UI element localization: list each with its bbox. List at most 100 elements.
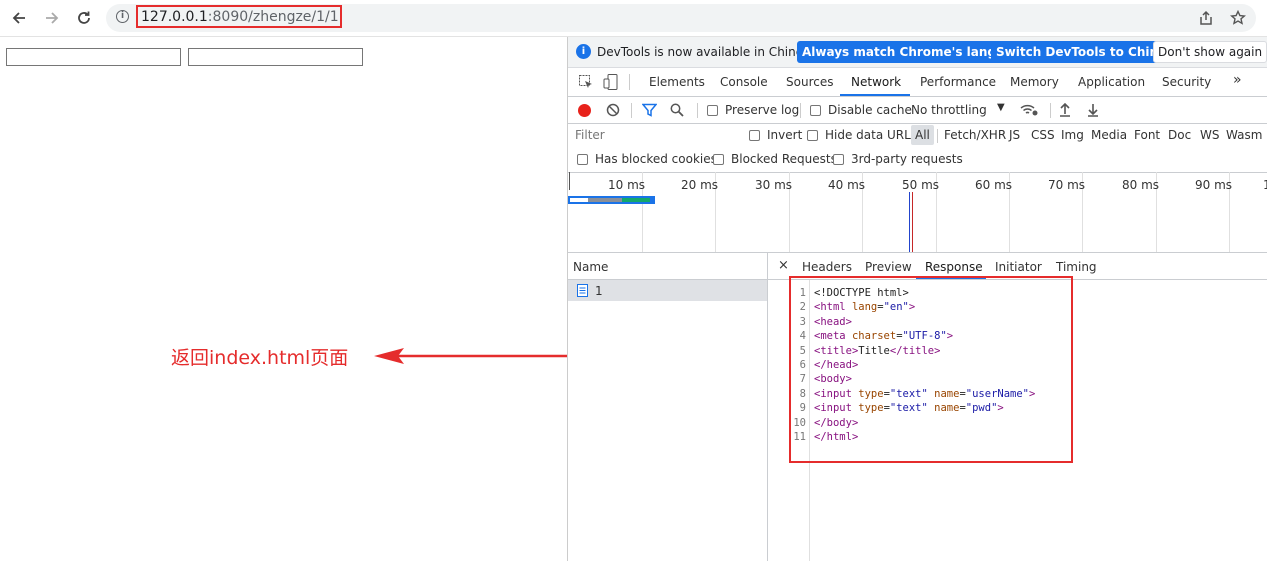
forward-button[interactable] (42, 8, 62, 28)
tab-security[interactable]: Security (1162, 75, 1211, 89)
timeline-tick-label: 90 ms (1195, 178, 1233, 192)
info-icon: i (576, 44, 591, 59)
name-column-header[interactable]: Name (568, 253, 767, 280)
tab-performance[interactable]: Performance (920, 75, 996, 89)
devtools-tabs: Elements Console Sources Network Perform… (568, 68, 1267, 97)
filter-type-js[interactable]: JS (1009, 128, 1020, 142)
annotation-text: 返回index.html页面 (171, 347, 349, 369)
filter-input[interactable]: Filter (572, 126, 736, 145)
filter-type-fetch-xhr[interactable]: Fetch/XHR (944, 128, 1006, 142)
arrow-right-icon (46, 12, 59, 24)
dont-show-again-button[interactable]: Don't show again (1153, 41, 1267, 63)
devtools-infobar: i DevTools is now available in Chinese! … (568, 37, 1267, 68)
star-icon (1230, 10, 1246, 25)
toolbar-divider (631, 103, 632, 118)
timeline-tick-label: 30 ms (755, 178, 793, 192)
filter-type-wasm[interactable]: Wasm (1226, 128, 1262, 142)
hide-data-urls-label: Hide data URLs (825, 128, 918, 142)
tab-memory[interactable]: Memory (1010, 75, 1059, 89)
detail-tab-timing[interactable]: Timing (1056, 260, 1097, 274)
back-button[interactable] (9, 8, 29, 28)
request-filter-row: Has blocked cookies Blocked Requests 3rd… (568, 148, 1267, 173)
export-har-icon[interactable] (1086, 102, 1100, 118)
share-button[interactable] (1196, 8, 1216, 28)
dom-content-loaded-marker (909, 192, 910, 252)
request-waterfall-bar (568, 196, 655, 204)
device-toolbar-icon[interactable] (603, 73, 619, 91)
load-event-marker (912, 192, 913, 252)
detail-tab-initiator[interactable]: Initiator (995, 260, 1042, 274)
password-input[interactable] (188, 48, 363, 66)
reload-button[interactable] (74, 8, 94, 28)
import-har-icon[interactable] (1058, 102, 1072, 118)
timeline-tick-label: 10 ms (608, 178, 646, 192)
invert-checkbox[interactable] (749, 130, 760, 141)
tab-console[interactable]: Console (720, 75, 768, 89)
hide-data-urls-checkbox[interactable] (807, 130, 818, 141)
invert-label: Invert (767, 128, 803, 142)
toolbar-divider (1050, 103, 1051, 118)
timeline-tick-label: 70 ms (1048, 178, 1086, 192)
filter-divider (937, 129, 938, 143)
network-toolbar: Preserve log Disable cache No throttling… (568, 97, 1267, 124)
timeline-tick-label: 40 ms (828, 178, 866, 192)
record-icon[interactable] (578, 104, 591, 117)
username-input[interactable] (6, 48, 181, 66)
response-highlight-box (789, 276, 1073, 463)
network-conditions-icon[interactable] (1019, 102, 1039, 118)
filter-type-font[interactable]: Font (1134, 128, 1160, 142)
blocked-cookies-label: Has blocked cookies (595, 152, 717, 166)
network-requests-area: Name 1 × Headers Preview Response Initia… (568, 253, 1267, 561)
waterfall-segment (622, 198, 650, 202)
throttling-select[interactable]: No throttling (911, 103, 987, 117)
close-detail-button[interactable]: × (778, 258, 789, 273)
filter-type-doc[interactable]: Doc (1168, 128, 1191, 142)
filter-bar: Filter Invert Hide data URLs All Fetch/X… (568, 124, 1267, 148)
tab-elements[interactable]: Elements (649, 75, 705, 89)
infobar-message: DevTools is now available in Chinese! (597, 45, 822, 59)
third-party-label: 3rd-party requests (851, 152, 963, 166)
blocked-requests-checkbox[interactable] (713, 154, 724, 165)
third-party-checkbox[interactable] (833, 154, 844, 165)
timeline-tick-label: 1 (1263, 178, 1267, 192)
blocked-cookies-checkbox[interactable] (577, 154, 588, 165)
clear-icon[interactable] (606, 103, 620, 117)
filter-type-img[interactable]: Img (1061, 128, 1084, 142)
waterfall-segment (588, 198, 622, 202)
filter-type-ws[interactable]: WS (1200, 128, 1219, 142)
tab-network[interactable]: Network (851, 75, 901, 89)
more-tabs-button[interactable]: » (1233, 72, 1242, 88)
inspect-element-icon[interactable] (578, 74, 594, 90)
timeline-tick-label: 50 ms (902, 178, 940, 192)
devtools-panel: i DevTools is now available in Chinese! … (567, 37, 1267, 561)
timeline-tick-label: 60 ms (975, 178, 1013, 192)
network-overview-timeline[interactable]: 10 ms 20 ms 30 ms 40 ms 50 ms 60 ms 70 m… (568, 172, 1267, 253)
preserve-log-label: Preserve log (725, 103, 800, 117)
detail-tab-response[interactable]: Response (925, 260, 983, 274)
filter-type-media[interactable]: Media (1091, 128, 1127, 142)
detail-tab-headers[interactable]: Headers (802, 260, 852, 274)
toolbar-divider (800, 103, 801, 118)
site-info-icon[interactable]: i (116, 10, 129, 23)
filter-icon[interactable] (642, 103, 657, 117)
filter-type-css[interactable]: CSS (1031, 128, 1055, 142)
tab-application[interactable]: Application (1078, 75, 1145, 89)
share-icon (1200, 10, 1212, 25)
tab-divider (629, 74, 630, 90)
filter-type-all[interactable]: All (911, 125, 934, 145)
toolbar-divider (697, 103, 698, 118)
request-row[interactable]: 1 (568, 280, 767, 301)
disable-cache-checkbox[interactable] (810, 105, 821, 116)
throttling-dropdown-icon[interactable]: ▼ (997, 102, 1005, 113)
requests-name-column: Name 1 (568, 253, 768, 561)
bookmark-button[interactable] (1228, 8, 1248, 28)
detail-tab-preview[interactable]: Preview (865, 260, 912, 274)
tab-sources[interactable]: Sources (786, 75, 833, 89)
search-icon[interactable] (670, 103, 684, 117)
url-highlight-box (136, 5, 342, 28)
preserve-log-checkbox[interactable] (707, 105, 718, 116)
waterfall-segment (570, 198, 588, 202)
name-header-label: Name (573, 260, 609, 274)
disable-cache-label: Disable cache (828, 103, 912, 117)
timeline-start-marker (569, 172, 570, 190)
